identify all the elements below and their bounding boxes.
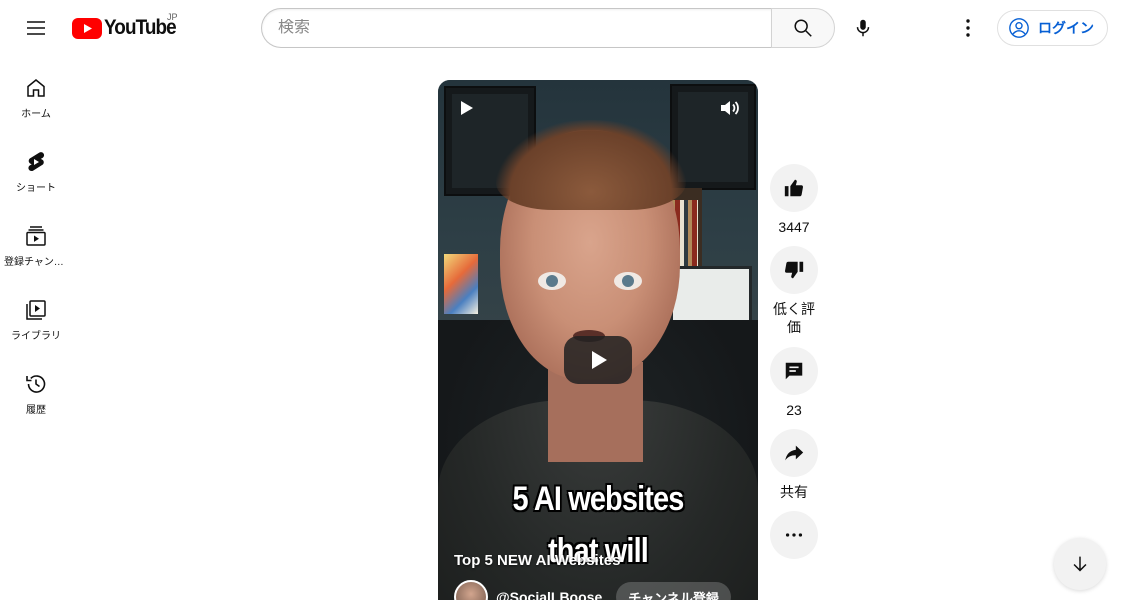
sidebar-item-label: 登録チャンネル: [4, 257, 68, 268]
like-action: 3447: [770, 164, 818, 236]
poster: [444, 254, 478, 314]
home-icon: [27, 79, 45, 97]
logo-wordmark: YouTube: [104, 16, 177, 39]
more-action: [770, 510, 818, 559]
youtube-play-logo-icon: [72, 17, 102, 39]
play-pause-button[interactable]: [456, 98, 476, 123]
hamburger-icon: [27, 21, 45, 35]
more-actions-button[interactable]: [770, 510, 818, 559]
person-hair: [496, 120, 686, 210]
sidebar-item-label: ショート: [16, 183, 56, 194]
share-action: 共有: [770, 428, 818, 501]
play-icon: [461, 101, 473, 115]
arrow-down-icon: [1073, 556, 1087, 572]
sidebar-item-library[interactable]: ライブラリ: [0, 278, 72, 352]
thumb-up-icon: [784, 179, 804, 197]
volume-icon: [721, 101, 739, 115]
history-icon: [26, 375, 46, 393]
channel-row: @SocialLBoose チャンネル登録: [454, 580, 731, 600]
voice-search-button[interactable]: [843, 8, 883, 48]
login-label: ログイン: [1038, 20, 1094, 36]
login-button[interactable]: ログイン: [997, 10, 1108, 46]
search-button[interactable]: [771, 8, 835, 48]
like-button[interactable]: [770, 164, 818, 212]
dislike-action: 低く評価: [770, 246, 818, 336]
settings-more-button[interactable]: [948, 8, 988, 48]
top-bar: YouTube JP ログイン: [0, 0, 1124, 56]
sidebar-item-label: ホーム: [21, 109, 51, 120]
mute-button[interactable]: [718, 96, 742, 125]
like-count: 3447: [778, 219, 810, 235]
region-code: JP: [167, 12, 178, 22]
video-caption-line-1: 5 AI websites: [512, 480, 684, 518]
next-video-button[interactable]: [1054, 538, 1106, 590]
comment-action: 23: [770, 346, 818, 419]
channel-avatar[interactable]: [454, 580, 488, 600]
sidebar-item-subscriptions[interactable]: 登録チャンネル: [0, 204, 72, 278]
subscribe-button[interactable]: チャンネル登録: [616, 582, 731, 600]
video-title[interactable]: Top 5 NEW AI Websites: [454, 552, 620, 569]
sidebar-item-history[interactable]: 履歴: [0, 352, 72, 426]
account-circle-icon: [1009, 18, 1029, 38]
search-input[interactable]: [278, 19, 772, 37]
comment-button[interactable]: [770, 346, 818, 395]
dislike-button[interactable]: [770, 246, 818, 295]
comment-icon: [785, 362, 803, 379]
share-button[interactable]: [770, 428, 818, 477]
more-horizontal-icon: [785, 533, 803, 537]
action-bar: 3447 低く評価 23 共有: [770, 164, 818, 559]
more-vertical-icon: [966, 19, 970, 37]
search-box: [261, 8, 772, 48]
library-icon: [26, 300, 46, 320]
sidebar: ホーム ショート 登録チャンネル ライブラリ 履歴: [0, 56, 72, 426]
menu-button[interactable]: [16, 8, 56, 48]
sidebar-item-label: ライブラリ: [11, 331, 61, 342]
sidebar-item-home[interactable]: ホーム: [0, 56, 72, 130]
center-play-button[interactable]: [564, 336, 632, 384]
search-icon: [794, 19, 812, 37]
shorts-icon: [28, 152, 45, 172]
share-label: 共有: [780, 483, 808, 500]
comment-count: 23: [786, 401, 802, 418]
dislike-label: 低く評価: [773, 301, 815, 336]
microphone-icon: [856, 19, 870, 37]
sidebar-item-label: 履歴: [26, 405, 46, 416]
subscriptions-icon: [26, 226, 46, 246]
share-icon: [785, 445, 804, 461]
play-icon: [592, 351, 607, 369]
thumb-down-icon: [784, 261, 804, 279]
channel-name[interactable]: @SocialLBoose: [496, 589, 602, 600]
person-eye-left: [538, 272, 566, 290]
sidebar-item-shorts[interactable]: ショート: [0, 130, 72, 204]
shorts-video-player[interactable]: 5 AI websites that will Top 5 NEW AI Web…: [438, 80, 758, 600]
person-eye-right: [614, 272, 642, 290]
